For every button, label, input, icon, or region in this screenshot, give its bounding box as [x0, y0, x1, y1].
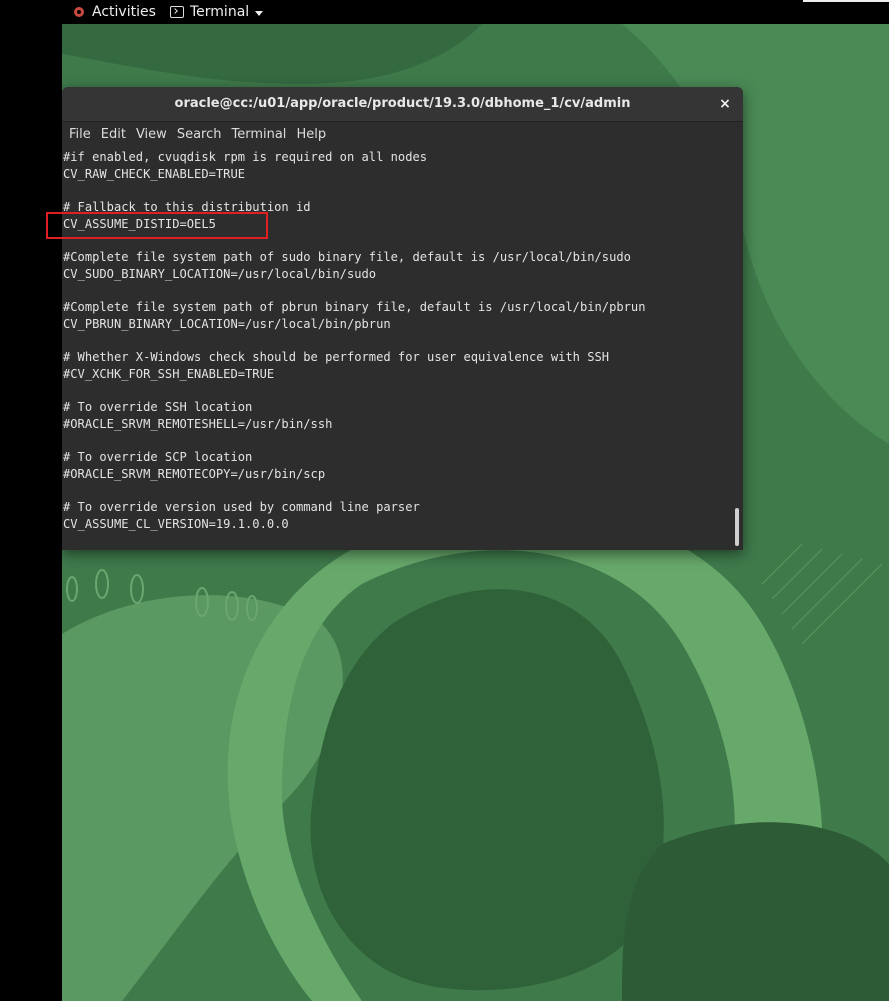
menu-bar: File Edit View Search Terminal Help [62, 122, 743, 147]
terminal-line: #ORACLE_SRVM_REMOTECOPY=/usr/bin/scp [63, 467, 326, 482]
terminal-line: CV_PBRUN_BINARY_LOCATION=/usr/local/bin/… [63, 316, 391, 331]
menu-search[interactable]: Search [172, 124, 227, 146]
menu-help[interactable]: Help [291, 124, 331, 146]
menu-terminal[interactable]: Terminal [226, 124, 291, 146]
menu-edit[interactable]: Edit [96, 124, 131, 146]
terminal-window[interactable]: oracle@cc:/u01/app/oracle/product/19.3.0… [62, 87, 743, 550]
app-menu-button[interactable]: Terminal [170, 3, 264, 21]
terminal-line: CV_SUDO_BINARY_LOCATION=/usr/local/bin/s… [63, 266, 377, 281]
app-menu-label: Terminal [190, 4, 250, 20]
scrollbar-thumb[interactable] [735, 508, 739, 546]
terminal-line: # To override SCP location [63, 450, 253, 465]
terminal-line: CV_RAW_CHECK_ENABLED=TRUE [63, 166, 246, 181]
activities-label: Activities [92, 4, 156, 20]
top-bar-edge [803, 0, 889, 2]
menu-view[interactable]: View [131, 124, 172, 146]
terminal-output[interactable]: #if enabled, cvuqdisk rpm is required on… [62, 148, 732, 550]
terminal-line: #Complete file system path of pbrun bina… [63, 300, 646, 315]
caret-down-icon [255, 10, 264, 16]
terminal-line: # To override version used by command li… [63, 500, 420, 515]
terminal-text: #if enabled, cvuqdisk rpm is required on… [63, 149, 645, 533]
activities-button[interactable]: Activities [74, 3, 156, 21]
window-title: oracle@cc:/u01/app/oracle/product/19.3.0… [174, 96, 631, 111]
close-icon[interactable]: × [715, 94, 735, 114]
terminal-line: #Complete file system path of sudo binar… [63, 250, 631, 265]
highlight-annotation [46, 212, 268, 239]
terminal-line: # To override SSH location [63, 400, 253, 415]
terminal-scrollbar[interactable] [732, 148, 743, 550]
top-bar: Activities Terminal [0, 0, 889, 24]
window-titlebar[interactable]: oracle@cc:/u01/app/oracle/product/19.3.0… [62, 87, 743, 122]
terminal-line: # Whether X-Windows check should be perf… [63, 350, 610, 365]
screen: Activities Terminal oracle@cc:/u01/app/o… [0, 0, 889, 1001]
terminal-line: #ORACLE_SRVM_REMOTESHELL=/usr/bin/ssh [63, 417, 333, 431]
menu-file[interactable]: File [64, 124, 96, 146]
terminal-app-icon [170, 6, 184, 18]
os-logo-icon [74, 7, 84, 17]
terminal-line: #if enabled, cvuqdisk rpm is required on… [63, 150, 428, 164]
terminal-line: #CV_XCHK_FOR_SSH_ENABLED=TRUE [63, 366, 275, 381]
terminal-line: CV_ASSUME_CL_VERSION=19.1.0.0.0 [63, 517, 289, 532]
